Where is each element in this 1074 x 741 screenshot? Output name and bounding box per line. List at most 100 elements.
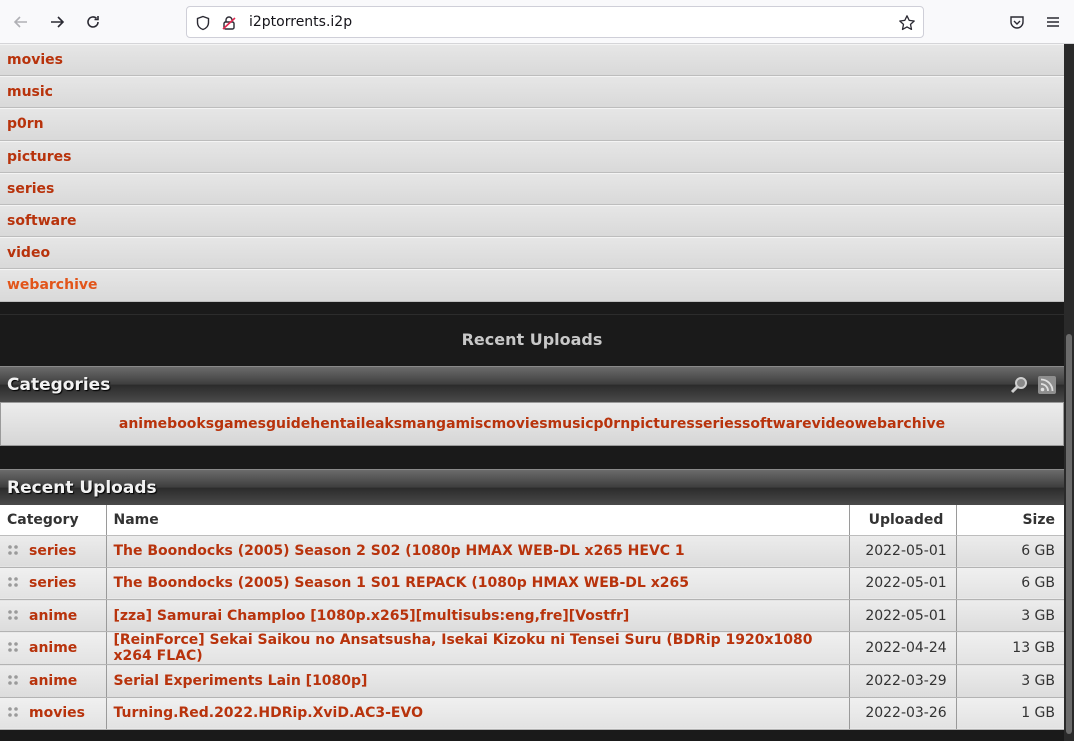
rss-icon[interactable] (1038, 376, 1056, 394)
table-row: series The Boondocks (2005) Season 2 S02… (0, 535, 1064, 568)
categories-link-books[interactable]: books (167, 416, 214, 432)
category-link-webarchive[interactable]: webarchive (7, 277, 98, 293)
search-icon[interactable] (1010, 376, 1028, 394)
categories-link-hentai[interactable]: hentai (310, 416, 360, 432)
row-size: 13 GB (956, 631, 1064, 666)
reload-icon (87, 16, 99, 28)
table-row: series The Boondocks (2005) Season 1 S01… (0, 567, 1064, 601)
drag-handle-icon (8, 577, 18, 588)
torrent-name-link[interactable]: [zza] Samurai Champloo [1080p.x265][mult… (114, 608, 630, 624)
categories-link-misc[interactable]: misc (456, 416, 492, 432)
category-link-software[interactable]: software (7, 213, 77, 229)
categories-link-pictures[interactable]: pictures (630, 416, 695, 432)
uploads-panel-header: Recent Uploads (0, 469, 1064, 505)
row-uploaded: 2022-05-01 (849, 535, 957, 568)
row-category: series (0, 535, 107, 568)
category-row: p0rn (0, 108, 1064, 141)
drag-handle-icon (8, 675, 18, 685)
row-name: [zza] Samurai Champloo [1080p.x265][mult… (106, 599, 850, 633)
categories-link-movies[interactable]: movies (492, 416, 548, 432)
page-content: movies music p0rn pictures series softwa… (0, 44, 1074, 741)
categories-link-series[interactable]: series (695, 416, 742, 432)
categories-link-video[interactable]: video (812, 416, 855, 432)
drag-handle-icon (8, 609, 18, 620)
categories-link-bar: anime books games guide hentai leaks manga misc… (0, 402, 1064, 446)
category-row: software (0, 204, 1064, 238)
url-text[interactable]: i2ptorrents.i2p (249, 14, 352, 30)
categories-link-manga[interactable]: manga (402, 416, 455, 432)
lock-broken-icon[interactable] (220, 14, 238, 32)
row-name: The Boondocks (2005) Season 1 S01 REPACK… (106, 567, 850, 601)
row-category-link[interactable]: series (29, 575, 76, 591)
category-link-movies[interactable]: movies (7, 52, 63, 68)
row-category-link[interactable]: anime (29, 673, 77, 689)
row-size: 6 GB (956, 535, 1064, 568)
category-row: series (0, 172, 1064, 205)
star-icon[interactable] (898, 14, 916, 32)
categories-link-software[interactable]: software (742, 416, 812, 432)
back-button[interactable] (7, 8, 35, 36)
category-link-video[interactable]: video (7, 245, 50, 261)
browser-toolbar: i2ptorrents.i2p (0, 0, 1074, 44)
table-row: anime [zza] Samurai Champloo [1080p.x265… (0, 599, 1064, 633)
pocket-button[interactable] (1003, 8, 1031, 36)
uploads-title: Recent Uploads (7, 477, 157, 498)
column-header-size[interactable]: Size (956, 505, 1064, 536)
row-size: 3 GB (956, 599, 1064, 633)
category-link-p0rn[interactable]: p0rn (7, 116, 44, 132)
pocket-icon (1010, 16, 1024, 29)
drag-handle-icon (8, 545, 18, 555)
category-row: music (0, 76, 1064, 109)
scrollbar-thumb[interactable] (1066, 334, 1072, 734)
row-category: anime (0, 664, 107, 698)
categories-panel-header: Categories (0, 366, 1064, 402)
forward-button[interactable] (43, 8, 71, 36)
category-link-music[interactable]: music (7, 84, 53, 100)
torrent-name-link[interactable]: Turning.Red.2022.HDRip.XviD.AC3-EVO (114, 705, 423, 721)
table-row: anime Serial Experiments Lain [1080p] 20… (0, 664, 1064, 698)
torrent-name-link[interactable]: The Boondocks (2005) Season 2 S02 (1080p… (114, 543, 685, 559)
column-header-uploaded[interactable]: Uploaded (849, 505, 957, 536)
categories-link-webarchive[interactable]: webarchive (855, 416, 946, 432)
categories-link-leaks[interactable]: leaks (361, 416, 402, 432)
url-bar[interactable]: i2ptorrents.i2p (186, 6, 924, 38)
table-header-row: Category Name Uploaded Size (0, 505, 1064, 536)
recent-uploads-heading: Recent Uploads (0, 314, 1064, 364)
row-category-link[interactable]: movies (29, 705, 85, 721)
page-scrollbar[interactable] (1064, 44, 1074, 741)
row-name: The Boondocks (2005) Season 2 S02 (1080p… (106, 535, 850, 568)
categories-link-guide[interactable]: guide (266, 416, 310, 432)
table-row: movies Turning.Red.2022.HDRip.XviD.AC3-E… (0, 697, 1064, 730)
shield-icon[interactable] (194, 14, 212, 32)
category-link-series[interactable]: series (7, 181, 54, 197)
back-icon (13, 16, 27, 28)
categories-link-games[interactable]: games (214, 416, 266, 432)
row-category: movies (0, 697, 107, 730)
column-header-name[interactable]: Name (106, 505, 850, 536)
torrent-name-link[interactable]: Serial Experiments Lain [1080p] (114, 673, 368, 689)
row-name: Turning.Red.2022.HDRip.XviD.AC3-EVO (106, 697, 850, 730)
row-uploaded: 2022-04-24 (849, 631, 957, 666)
row-category-link[interactable]: series (29, 543, 76, 559)
column-header-category[interactable]: Category (0, 505, 107, 536)
torrent-name-link[interactable]: The Boondocks (2005) Season 1 S01 REPACK… (114, 575, 689, 591)
row-size: 1 GB (956, 697, 1064, 730)
torrent-name-link[interactable]: [ReinForce] Sekai Saikou no Ansatsusha, … (114, 632, 813, 664)
forward-icon (51, 16, 65, 28)
categories-link-p0rn[interactable]: p0rn (594, 416, 631, 432)
row-category-link[interactable]: anime (29, 608, 77, 624)
row-uploaded: 2022-05-01 (849, 567, 957, 601)
uploads-table: Category Name Uploaded Size series The B… (0, 505, 1064, 730)
row-uploaded: 2022-05-01 (849, 599, 957, 633)
row-category-link[interactable]: anime (29, 640, 77, 656)
categories-link-anime[interactable]: anime (119, 416, 167, 432)
row-category: series (0, 567, 107, 601)
category-row: webarchive (0, 269, 1064, 302)
categories-link-music[interactable]: music (548, 416, 594, 432)
reload-button[interactable] (79, 8, 107, 36)
row-category: anime (0, 631, 107, 666)
table-row: anime [ReinForce] Sekai Saikou no Ansats… (0, 631, 1064, 666)
category-link-pictures[interactable]: pictures (7, 149, 72, 165)
drag-handle-icon (8, 642, 18, 653)
menu-button[interactable] (1039, 8, 1067, 36)
